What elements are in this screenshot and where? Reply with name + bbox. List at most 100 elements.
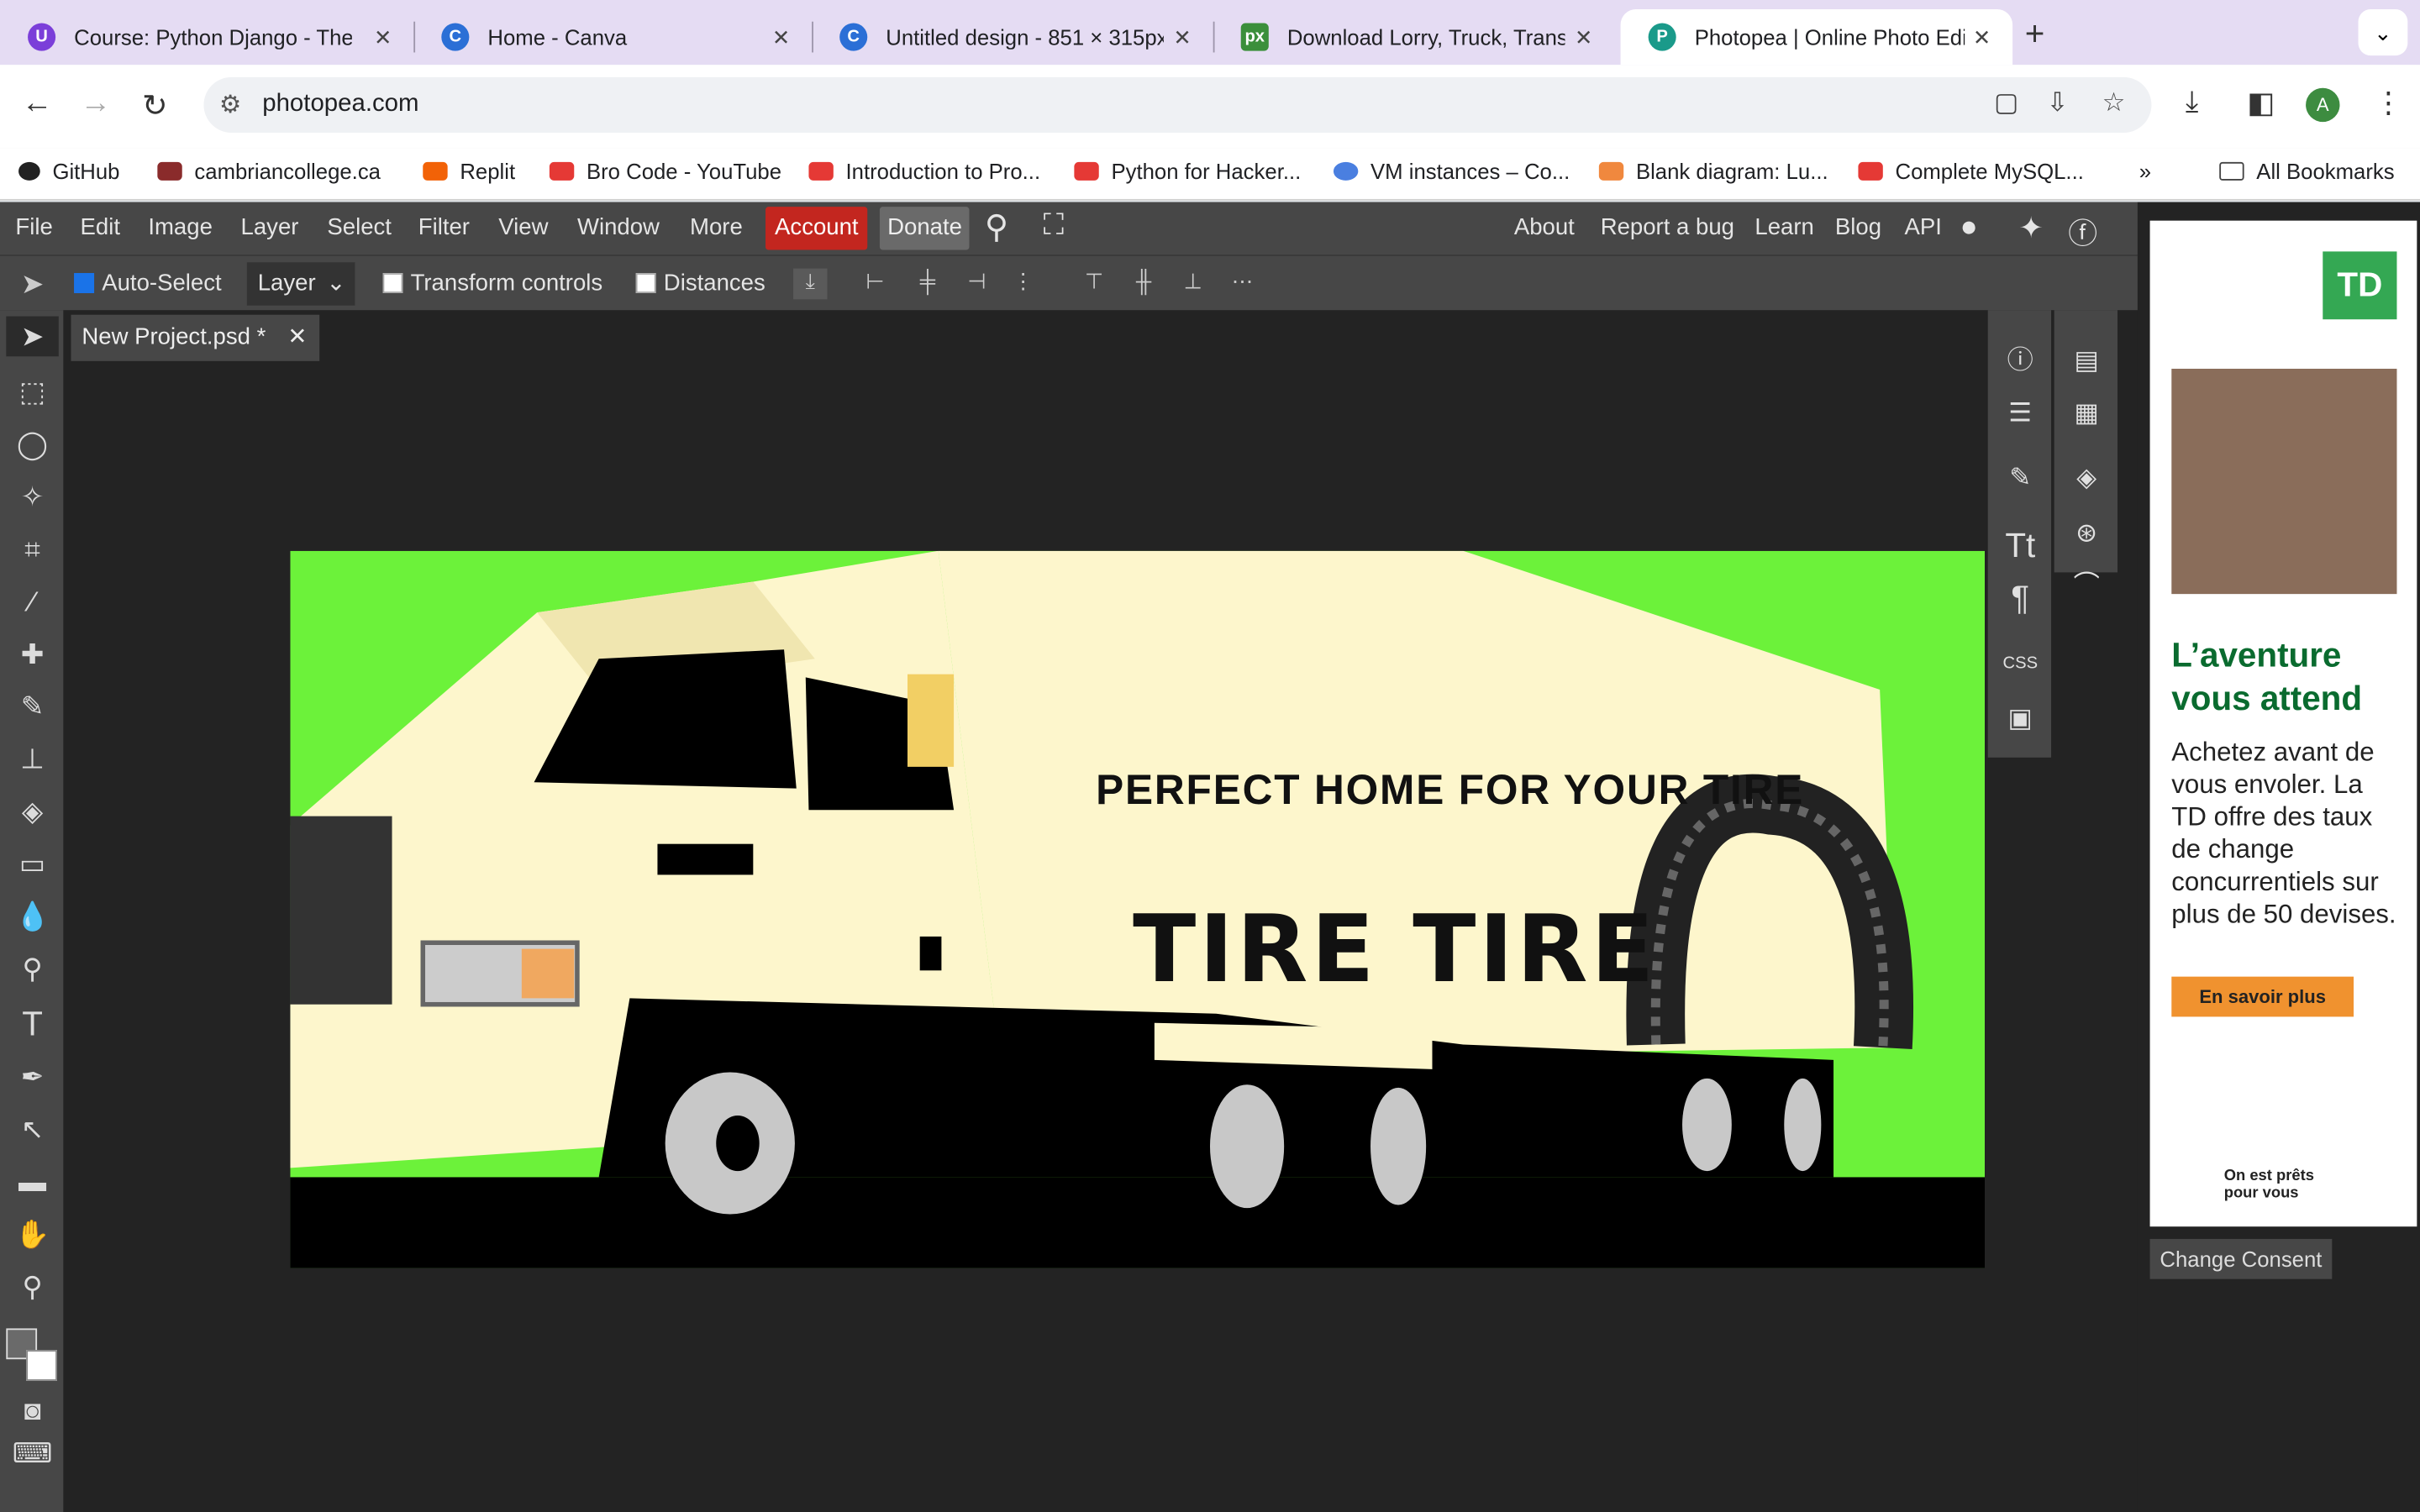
td-advertisement[interactable]: TD L’aventure vous attend Achetez avant … [2149, 220, 2417, 1227]
reload-icon[interactable]: ↻ [142, 87, 168, 125]
align-hcenter-icon[interactable]: ╪ [911, 269, 944, 300]
bookmark-item[interactable]: GitHub [18, 159, 119, 184]
url-text[interactable]: photopea.com [262, 91, 418, 118]
eraser-tool-icon[interactable]: ◈ [13, 791, 53, 832]
bookmark-item[interactable]: Blank diagram: Lu... [1598, 159, 1828, 184]
background-color-swatch[interactable] [26, 1350, 57, 1381]
search-icon[interactable]: ⚲ [985, 208, 1008, 247]
zoom-tool-icon[interactable]: ⚲ [13, 1267, 53, 1307]
keyboard-icon[interactable]: ⌨ [13, 1433, 53, 1473]
auto-select-checkbox[interactable]: Auto-Select [74, 270, 222, 297]
link-learn[interactable]: Learn [1754, 214, 1813, 240]
distances-checkbox[interactable]: Distances [635, 270, 765, 297]
bookmark-item[interactable]: Complete MySQL... [1858, 159, 2084, 184]
more-bookmarks-icon[interactable]: » [2139, 159, 2151, 183]
site-info-icon[interactable]: ⚙ [219, 90, 241, 121]
align-top-icon[interactable]: ⊤ [1077, 269, 1111, 300]
close-tab-icon[interactable]: ✕ [1973, 24, 1991, 50]
info-icon[interactable]: ⓘ [2000, 341, 2040, 381]
pen-tool-icon[interactable]: ✒ [13, 1057, 53, 1097]
blur-tool-icon[interactable]: 💧 [13, 896, 53, 937]
browser-tab[interactable]: C Home - Canva ✕ [413, 9, 812, 65]
layers-icon[interactable]: ◈ [2066, 459, 2107, 499]
tab-search-icon[interactable]: ⌄ [2358, 9, 2408, 56]
menu-window[interactable]: Window [577, 214, 660, 240]
menu-image[interactable]: Image [148, 214, 213, 240]
history-icon[interactable]: ▤ [2066, 341, 2107, 381]
browser-tab[interactable]: U Course: Python Django - The ✕ [0, 9, 413, 65]
facebook-icon[interactable]: ⓕ [2068, 212, 2097, 254]
distribute-h-icon[interactable]: ⋮ [1007, 269, 1040, 300]
close-document-icon[interactable]: ✕ [287, 315, 307, 361]
forward-icon[interactable]: → [81, 87, 112, 122]
transform-controls-checkbox[interactable]: Transform controls [382, 270, 602, 297]
kebab-menu-icon[interactable]: ⋮ [2374, 87, 2403, 122]
document-tab[interactable]: New Project.psd * ✕ [71, 314, 320, 361]
menu-layer[interactable]: Layer [241, 214, 299, 240]
link-blog[interactable]: Blog [1835, 214, 1881, 240]
change-consent-button[interactable]: Change Consent [2149, 1238, 2333, 1279]
address-bar[interactable]: ⚙ photopea.com ▢ ⇩ ☆ [203, 76, 2152, 133]
download-align-icon[interactable]: ⤓ [793, 268, 828, 300]
css-icon[interactable]: CSS [1997, 643, 2044, 684]
eyedropper-icon[interactable]: ⁄ [13, 581, 53, 622]
distribute-v-icon[interactable]: ⋯ [1225, 269, 1259, 300]
paths-icon[interactable]: ⌒ [2066, 566, 2107, 606]
close-tab-icon[interactable]: ✕ [374, 24, 392, 50]
bookmark-item[interactable]: VM instances – Co... [1333, 159, 1570, 184]
browser-tab[interactable]: px Download Lorry, Truck, Trans ✕ [1213, 9, 1615, 65]
install-app-icon[interactable]: ⇩ [2047, 88, 2069, 119]
bookmark-item[interactable]: cambriancollege.ca [157, 159, 381, 184]
avatar[interactable]: A [2306, 87, 2340, 123]
all-bookmarks[interactable]: All Bookmarks [2219, 159, 2395, 184]
brush-tool-icon[interactable]: ✎ [13, 686, 53, 727]
donate-button[interactable]: Donate [879, 207, 971, 250]
reddit-icon[interactable]: ● [1960, 212, 1978, 245]
align-bottom-icon[interactable]: ⊥ [1176, 269, 1210, 300]
close-tab-icon[interactable]: ✕ [1575, 24, 1593, 50]
bookmark-item[interactable]: Python for Hacker... [1074, 159, 1301, 184]
swatches-icon[interactable]: ▦ [2066, 393, 2107, 433]
link-about[interactable]: About [1514, 214, 1575, 240]
brush-settings-icon[interactable]: ✎ [2000, 459, 2040, 499]
menu-edit[interactable]: Edit [81, 214, 120, 240]
browser-tab-active[interactable]: P Photopea | Online Photo Edito ✕ [1620, 9, 2013, 66]
align-vcenter-icon[interactable]: ╫ [1127, 269, 1160, 300]
twitter-icon[interactable]: ✦ [2018, 212, 2043, 247]
browser-tab[interactable]: C Untitled design - 851 × 315px ✕ [812, 9, 1213, 65]
back-icon[interactable]: ← [22, 87, 53, 122]
link-api[interactable]: API [1905, 214, 1942, 240]
align-right-icon[interactable]: ⊣ [960, 269, 993, 300]
side-panel-icon[interactable]: ◧ [2247, 87, 2275, 122]
fullscreen-icon[interactable]: ⛶ [1044, 210, 1064, 244]
image-icon[interactable]: ▣ [2000, 699, 2040, 739]
close-tab-icon[interactable]: ✕ [1173, 24, 1192, 50]
bookmark-item[interactable]: Replit [423, 159, 515, 184]
gradient-tool-icon[interactable]: ▭ [13, 844, 53, 885]
bookmark-star-icon[interactable]: ☆ [2102, 88, 2126, 119]
hand-tool-icon[interactable]: ✋ [13, 1215, 53, 1255]
healing-brush-icon[interactable]: ✚ [13, 634, 53, 675]
crop-tool-icon[interactable]: ⌗ [13, 529, 53, 570]
menu-more[interactable]: More [690, 214, 743, 240]
path-select-icon[interactable]: ↖ [13, 1110, 53, 1150]
character-icon[interactable]: Tt [2000, 526, 2040, 566]
paragraph-icon[interactable]: ¶ [2000, 579, 2040, 619]
ad-cta-button[interactable]: En savoir plus [2171, 976, 2354, 1017]
channels-icon[interactable]: ⊛ [2066, 514, 2107, 554]
download-icon[interactable]: ⤓ [2186, 87, 2198, 120]
move-tool-icon[interactable]: ➤ [6, 316, 59, 357]
menu-file[interactable]: File [15, 214, 52, 240]
close-tab-icon[interactable]: ✕ [772, 24, 791, 50]
bookmark-item[interactable]: Introduction to Pro... [808, 159, 1040, 184]
menu-select[interactable]: Select [327, 214, 392, 240]
magic-wand-icon[interactable]: ✧ [13, 477, 53, 517]
design-canvas[interactable]: PERFECT HOME FOR YOUR TIRE TIRE TIRE [290, 550, 1986, 1268]
adjustments-icon[interactable]: ☰ [2000, 393, 2040, 433]
dodge-tool-icon[interactable]: ⚲ [13, 949, 53, 990]
menu-view[interactable]: View [498, 214, 548, 240]
quick-mask-icon[interactable]: ◙ [13, 1390, 53, 1431]
shape-tool-icon[interactable]: ▬ [13, 1162, 53, 1202]
menu-filter[interactable]: Filter [418, 214, 470, 240]
bookmark-item[interactable]: Bro Code - YouTube [549, 159, 781, 184]
